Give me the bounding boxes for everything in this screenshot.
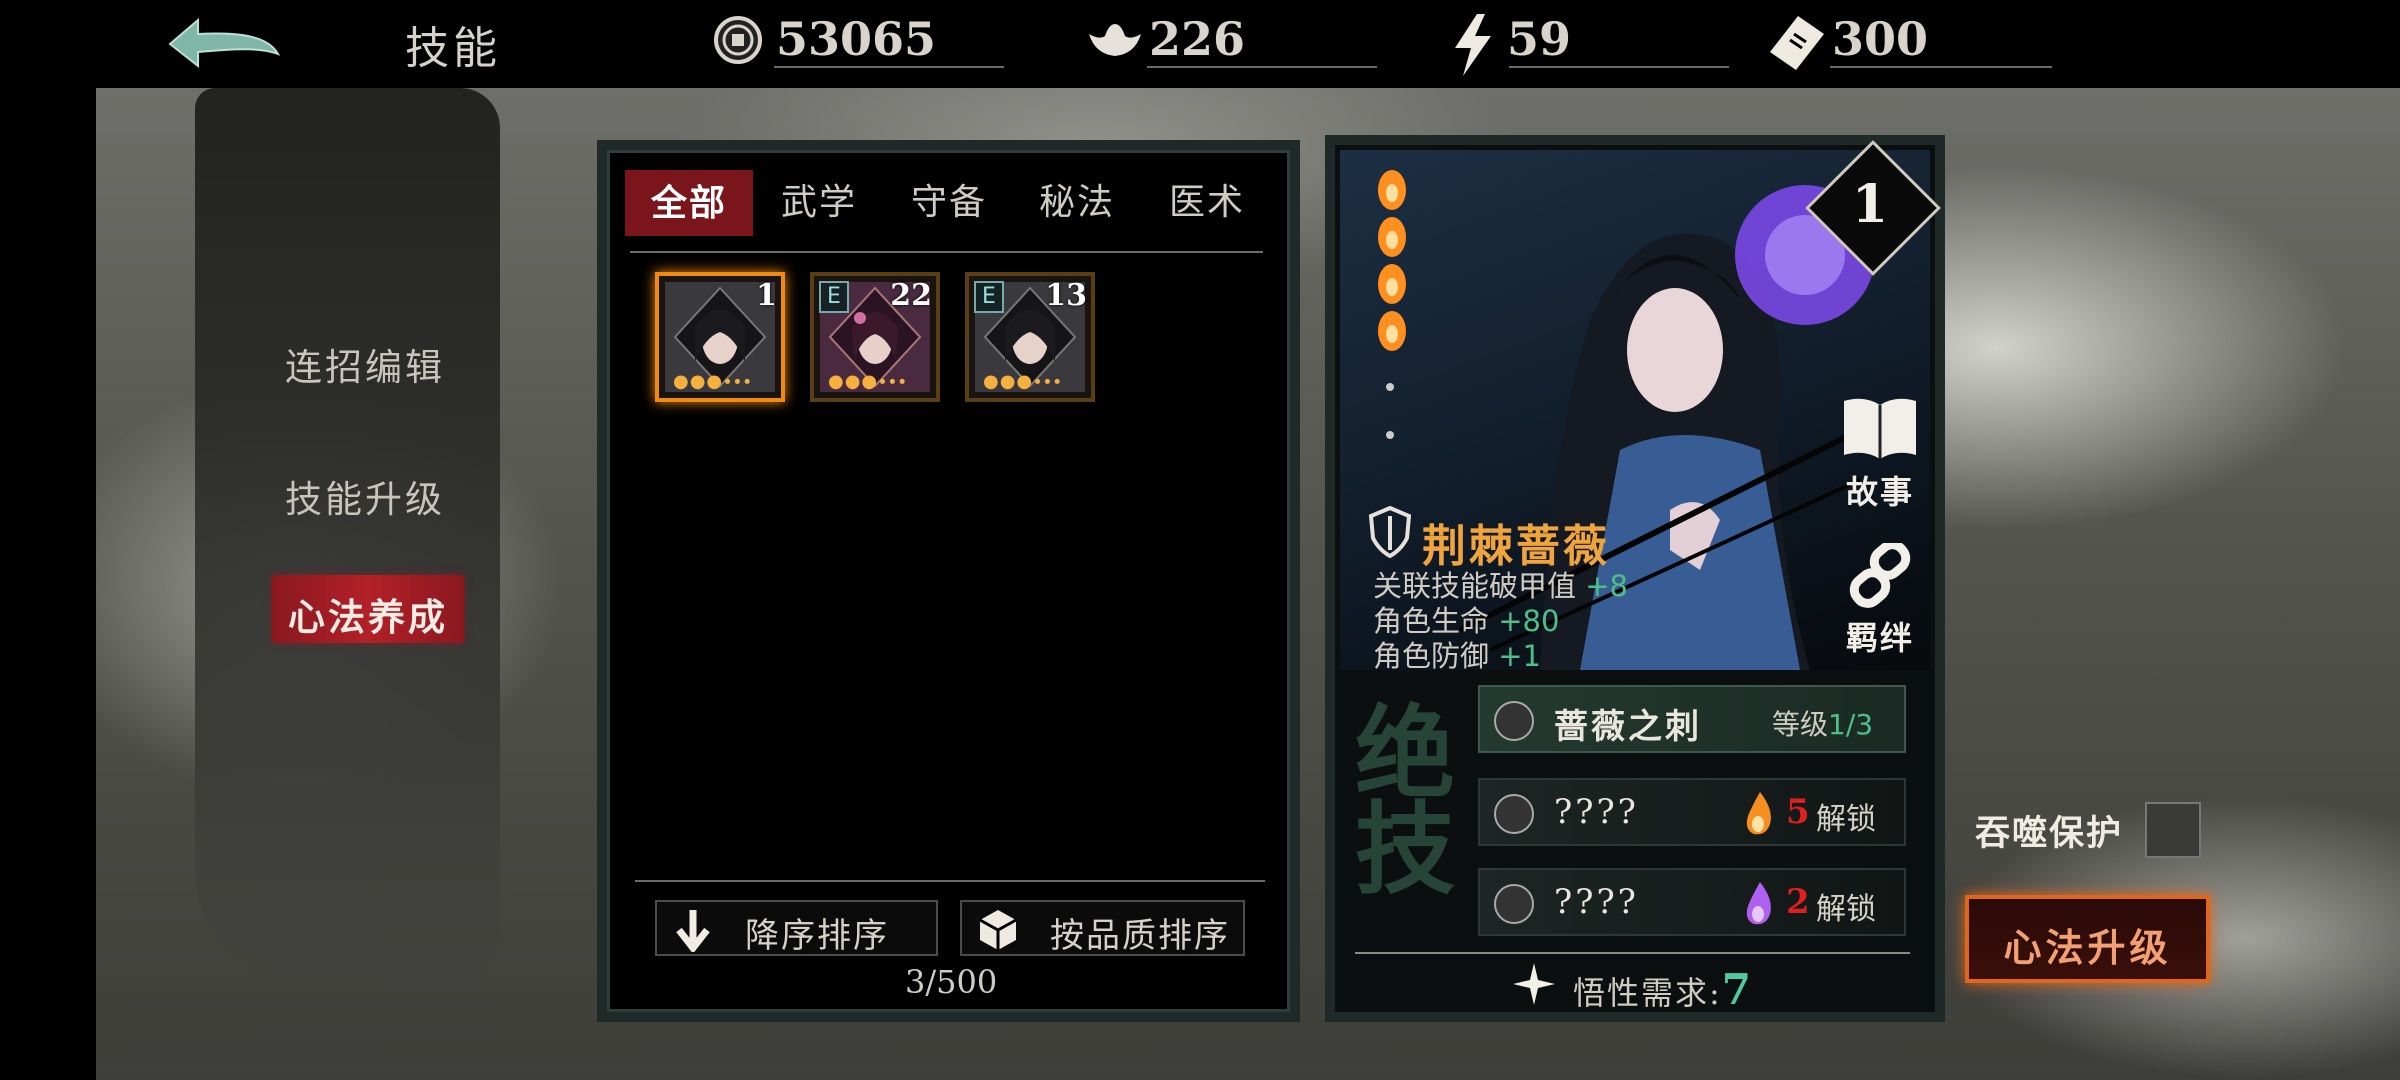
insight-requirement: 悟性需求:7 (1513, 963, 1754, 1014)
nav-skill-upgrade[interactable]: 技能升级 (285, 469, 445, 523)
skill-row-unlocked[interactable]: 蔷薇之刺 等级1/3 (1478, 685, 1906, 753)
mind-upgrade-button[interactable]: 心法升级 (1965, 895, 2210, 983)
skill-name: 蔷薇之刺 (1554, 707, 1702, 747)
divider (1147, 66, 1377, 68)
stat-value: +8 (1585, 569, 1628, 603)
requirement-label: 悟性需求: (1573, 974, 1722, 1012)
devour-protection-checkbox[interactable] (2145, 802, 2201, 858)
flame-dots: ●●●∙∙∙ (828, 371, 908, 392)
skill-count: 3/500 (905, 963, 998, 1001)
mind-upgrade-label: 心法升级 (2003, 925, 2172, 970)
purple-flame-icon (1746, 882, 1771, 925)
page-title: 技能 (405, 23, 501, 74)
sort-quality-label: 按品质排序 (1050, 916, 1230, 956)
shield-icon (1368, 506, 1412, 558)
stat-value: +1 (1498, 639, 1541, 673)
orange-flame-icon (1746, 792, 1771, 835)
flame-dots: ●●●∙∙∙ (983, 371, 1063, 392)
nav-mind-training[interactable]: 心法养成 (272, 575, 464, 643)
card-level: 1 (756, 278, 777, 313)
skill-row-locked[interactable]: ???? 2 解锁 (1478, 868, 1906, 936)
ultimate-calligraphy: 绝技 (1355, 694, 1455, 908)
skill-name: ???? (1554, 792, 1639, 832)
sparkle-icon (1513, 963, 1555, 1005)
skill-name: ???? (1554, 882, 1639, 922)
silver-value: 226 (1149, 12, 1246, 66)
stat-label: 角色防御 (1373, 639, 1490, 673)
bond-button[interactable]: 羁绊 (1830, 540, 1930, 659)
sort-desc-button[interactable]: 降序排序 (655, 900, 938, 956)
skill-row-locked[interactable]: ???? 5 解锁 (1478, 778, 1906, 846)
star-flames (1370, 165, 1420, 469)
chain-link-icon (1849, 540, 1911, 608)
card-level: 13 (1045, 278, 1087, 313)
energy-value: 59 (1507, 12, 1572, 66)
spiral-icon (1494, 884, 1534, 924)
tab-martial[interactable]: 武学 (755, 170, 883, 236)
nav-ink-column (195, 88, 500, 988)
tab-defense[interactable]: 守备 (885, 170, 1013, 236)
story-button[interactable]: 故事 (1830, 395, 1930, 513)
arrow-down-icon (676, 910, 710, 952)
coin-value: 53065 (776, 12, 937, 66)
tab-secret[interactable]: 秘法 (1013, 170, 1141, 236)
nav-mind-training-label: 心法养成 (288, 595, 448, 639)
sort-quality-button[interactable]: 按品质排序 (960, 900, 1245, 956)
lightning-icon (1447, 14, 1499, 76)
unlock-cost: 2 (1786, 882, 1810, 922)
tab-medicine[interactable]: 医术 (1143, 170, 1271, 236)
skill-level: 等级1/3 (1772, 708, 1874, 741)
sort-desc-label: 降序排序 (745, 916, 889, 956)
skill-card[interactable]: E 22 ●●●∙∙∙ (810, 272, 940, 402)
story-label: 故事 (1845, 473, 1914, 511)
unlock-label: 解锁 (1816, 802, 1876, 837)
book-icon (1844, 398, 1916, 459)
card-level: 22 (890, 278, 932, 313)
rank-number: 1 (1851, 174, 1889, 235)
tab-all[interactable]: 全部 (625, 170, 753, 236)
skill-card[interactable]: 1 ●●●∙∙∙ (655, 272, 785, 402)
silver-ingot-icon (1085, 14, 1141, 66)
coin-icon (712, 14, 764, 66)
e-badge: E (819, 281, 849, 313)
cube-icon (979, 910, 1017, 950)
devour-protection-label: 吞噬保护 (1975, 813, 2124, 854)
ticket-value: 300 (1832, 12, 1929, 66)
divider (1830, 66, 2052, 68)
tab-divider (630, 251, 1263, 253)
back-arrow-icon[interactable] (150, 14, 290, 76)
divider (1509, 66, 1729, 68)
stat-line: 角色防御 +1 (1373, 633, 1541, 675)
flame-dots: ●●●∙∙∙ (673, 371, 753, 392)
list-divider (635, 880, 1265, 882)
ticket-icon (1768, 14, 1824, 70)
divider (774, 66, 1004, 68)
unlock-label: 解锁 (1816, 892, 1876, 927)
e-badge: E (974, 281, 1004, 313)
skill-card[interactable]: E 13 ●●●∙∙∙ (965, 272, 1095, 402)
bond-label: 羁绊 (1845, 619, 1914, 657)
crown-icon (1494, 794, 1534, 834)
nav-combo-edit[interactable]: 连招编辑 (285, 337, 445, 391)
rose-icon (1494, 701, 1534, 741)
requirement-value: 7 (1721, 965, 1754, 1014)
detail-divider (1355, 952, 1910, 954)
unlock-cost: 5 (1786, 792, 1810, 832)
